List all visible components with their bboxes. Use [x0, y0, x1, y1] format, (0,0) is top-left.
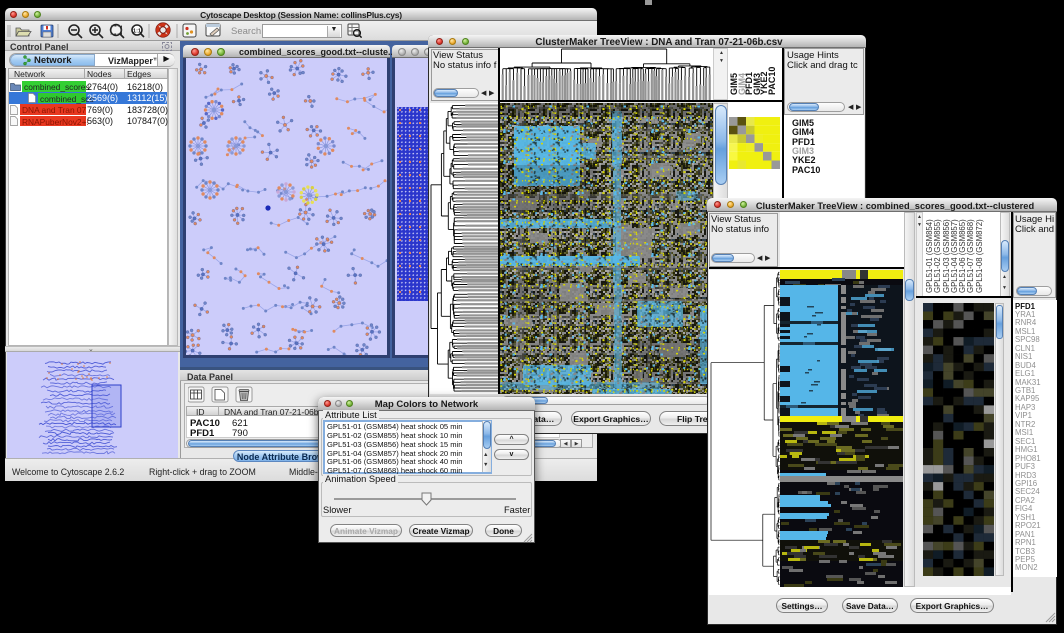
svg-text:1:1: 1:1 [133, 29, 141, 35]
